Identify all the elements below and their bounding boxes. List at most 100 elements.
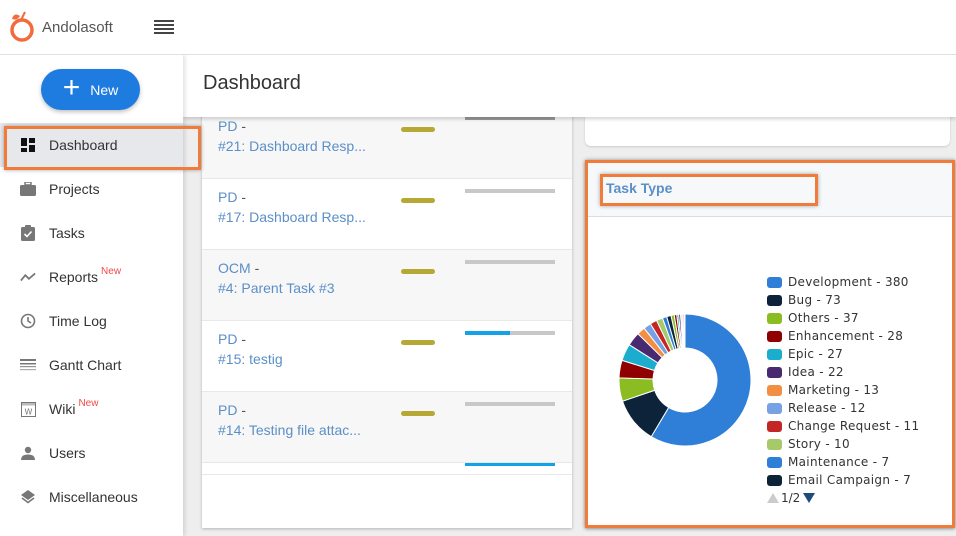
legend-item[interactable]: Change Request - 11: [767, 417, 919, 435]
priority-indicator: [401, 198, 435, 203]
legend-item[interactable]: Maintenance - 7: [767, 453, 919, 471]
wiki-icon: W: [20, 401, 36, 417]
task-title-link[interactable]: #14: Testing file attac...: [218, 422, 361, 438]
task-project: PD -: [218, 331, 247, 347]
clipboard-check-icon: [20, 225, 36, 241]
legend-swatch: [767, 294, 782, 306]
task-progress-bar: [465, 402, 555, 406]
legend-label: Bug - 73: [788, 293, 842, 307]
sidebar-item-tasks[interactable]: Tasks: [0, 211, 183, 255]
task-project: PD -: [218, 402, 247, 418]
trending-icon: [20, 269, 36, 285]
sidebar-item-label: Reports: [49, 269, 99, 285]
legend-item[interactable]: Development - 380: [767, 273, 919, 291]
legend-item[interactable]: Bug - 73: [767, 291, 919, 309]
page-header: Dashboard: [183, 55, 956, 117]
priority-indicator: [401, 411, 435, 416]
task-type-donut-chart: [618, 313, 752, 447]
priority-indicator: [401, 127, 435, 132]
legend-label: Maintenance - 7: [788, 455, 890, 469]
sidebar-nav: Dashboard Projects Tasks Reports New Tim…: [0, 123, 201, 519]
task-project: PD -: [218, 118, 247, 134]
legend-label: Idea - 22: [788, 365, 844, 379]
legend-item[interactable]: Marketing - 13: [767, 381, 919, 399]
legend-item[interactable]: Email Campaign - 7: [767, 471, 919, 489]
new-badge: New: [101, 265, 122, 277]
new-badge: New: [78, 397, 99, 409]
sidebar-item-projects[interactable]: Projects: [0, 167, 183, 211]
sidebar-item-wiki[interactable]: W Wiki New: [0, 387, 183, 431]
chart-legend: Development - 380 Bug - 73 Others - 37 Enha…: [767, 273, 919, 505]
top-bar: Andolasoft: [0, 0, 956, 55]
legend-pager: 1/2: [767, 491, 919, 505]
donut-slice-other-8[interactable]: [683, 313, 686, 349]
legend-label: Development - 380: [788, 275, 909, 289]
legend-swatch: [767, 420, 782, 432]
sidebar: + New Dashboard Projects Tasks Reports N…: [0, 55, 201, 536]
sidebar-item-label: Miscellaneous: [49, 489, 138, 505]
dashboard-icon: [20, 137, 36, 153]
legend-item[interactable]: Enhancement - 28: [767, 327, 919, 345]
legend-prev-arrow-icon[interactable]: [767, 493, 779, 503]
task-title-link[interactable]: #4: Parent Task #3: [218, 280, 334, 296]
task-row[interactable]: PD - #14: Testing file attac...: [202, 392, 572, 463]
tasks-card: PD - #21: Dashboard Resp... PD - #17: Da…: [202, 108, 572, 528]
task-row[interactable]: PD - #15: testig: [202, 321, 572, 392]
sidebar-item-miscellaneous[interactable]: Miscellaneous: [0, 475, 183, 519]
legend-label: Marketing - 13: [788, 383, 880, 397]
legend-label: Release - 12: [788, 401, 866, 415]
sidebar-item-dashboard[interactable]: Dashboard: [0, 123, 201, 170]
legend-next-arrow-icon[interactable]: [803, 493, 816, 503]
legend-swatch: [767, 276, 782, 288]
new-button[interactable]: + New: [41, 69, 140, 110]
gantt-icon: [20, 357, 36, 373]
sidebar-item-gantt-chart[interactable]: Gantt Chart: [0, 343, 183, 387]
task-progress-bar: [465, 260, 555, 264]
sidebar-item-label: Users: [49, 445, 86, 461]
legend-swatch: [767, 438, 782, 450]
priority-indicator: [401, 269, 435, 274]
brand-name: Andolasoft: [42, 19, 113, 36]
legend-item[interactable]: Story - 10: [767, 435, 919, 453]
task-progress-bar: [465, 189, 555, 193]
legend-swatch: [767, 456, 782, 468]
legend-item[interactable]: Epic - 27: [767, 345, 919, 363]
briefcase-icon: [20, 181, 36, 197]
sidebar-item-label: Gantt Chart: [49, 357, 122, 373]
menu-toggle-icon[interactable]: [154, 20, 174, 35]
legend-swatch: [767, 312, 782, 324]
task-title-link[interactable]: #21: Dashboard Resp...: [218, 138, 366, 154]
legend-swatch: [767, 474, 782, 486]
sidebar-item-users[interactable]: Users: [0, 431, 183, 475]
sidebar-item-label: Dashboard: [49, 137, 118, 153]
task-row[interactable]: OCM - #4: Parent Task #3: [202, 250, 572, 321]
sidebar-item-label: Wiki: [49, 401, 76, 417]
legend-label: Change Request - 11: [788, 419, 920, 433]
sidebar-item-label: Time Log: [49, 313, 107, 329]
legend-swatch: [767, 402, 782, 414]
user-icon: [20, 445, 36, 461]
task-title-link[interactable]: #15: testig: [218, 351, 283, 367]
task-row[interactable]: PD - #17: Dashboard Resp...: [202, 179, 572, 250]
legend-label: Epic - 27: [788, 347, 844, 361]
legend-page-indicator: 1/2: [781, 491, 801, 505]
legend-swatch: [767, 366, 782, 378]
plus-icon: +: [62, 71, 81, 104]
clock-icon: [20, 313, 36, 329]
legend-swatch: [767, 384, 782, 396]
task-progress-bar: [465, 463, 555, 466]
task-progress-bar: [465, 331, 555, 335]
sidebar-item-reports[interactable]: Reports New: [0, 255, 183, 299]
sidebar-item-time-log[interactable]: Time Log: [0, 299, 183, 343]
legend-item[interactable]: Release - 12: [767, 399, 919, 417]
andolasoft-logo-icon: [10, 11, 34, 42]
legend-item[interactable]: Idea - 22: [767, 363, 919, 381]
task-type-title: Task Type: [606, 180, 673, 196]
task-project: PD -: [218, 189, 247, 205]
task-row[interactable]: PD - #21: Dashboard Resp...: [202, 108, 572, 179]
task-title-link[interactable]: #17: Dashboard Resp...: [218, 209, 366, 225]
legend-item[interactable]: Others - 37: [767, 309, 919, 327]
sidebar-item-label: Projects: [49, 181, 100, 197]
legend-label: Enhancement - 28: [788, 329, 904, 343]
legend-label: Email Campaign - 7: [788, 473, 912, 487]
